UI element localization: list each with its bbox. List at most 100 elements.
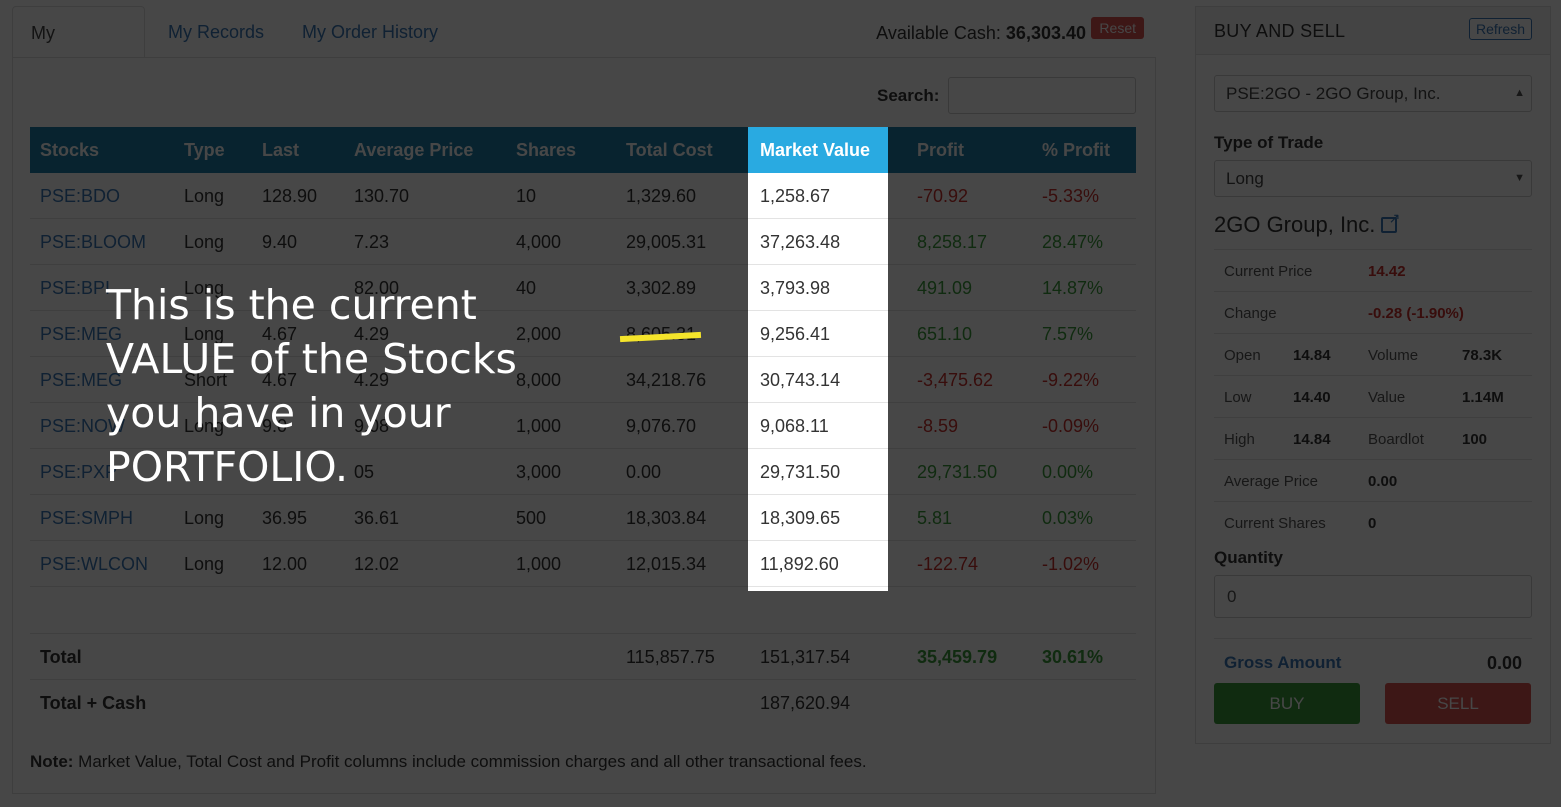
tutorial-callout: This is the current VALUE of the Stocks …: [106, 281, 517, 491]
high-label: High: [1224, 431, 1255, 448]
low-label: Low: [1224, 389, 1252, 406]
average-price-value: 0.00: [1368, 473, 1398, 490]
total-cost: 34,218.76: [626, 370, 707, 390]
gross-amount-label: Gross Amount: [1224, 653, 1342, 672]
tab-my-portfolio[interactable]: My Portfolio: [12, 6, 145, 95]
stock-symbol[interactable]: PSE:SMPH: [40, 495, 133, 541]
info-current-shares: Current Shares 0: [1214, 501, 1532, 543]
total-cost: 29,005.31: [626, 232, 707, 252]
info-current-price: Current Price 14.42: [1214, 249, 1532, 291]
quantity-label: Quantity: [1214, 548, 1283, 567]
search-label: Search:: [877, 86, 940, 105]
current-price-label: Current Price: [1224, 263, 1313, 280]
value-value: 1.14M: [1462, 389, 1504, 406]
open-value: 14.84: [1293, 347, 1331, 364]
chevron-down-icon: ▼: [1514, 172, 1525, 184]
col-stocks[interactable]: Stocks: [40, 127, 99, 173]
last-price: 36.95: [262, 508, 308, 528]
quantity-input[interactable]: 0: [1214, 575, 1532, 618]
col-average-price[interactable]: Average Price: [354, 127, 473, 173]
market-value-cell: 9,256.41: [748, 311, 888, 357]
info-average-price: Average Price 0.00: [1214, 459, 1532, 501]
market-value-cell: 30,743.14: [748, 357, 888, 403]
market-value-cell: 29,731.50: [748, 449, 888, 495]
col-last[interactable]: Last: [262, 127, 299, 173]
stock-select[interactable]: PSE:2GO - 2GO Group, Inc. ▲: [1214, 75, 1532, 112]
average-price: 7.23: [354, 232, 390, 252]
info-low-value: Low 14.40 Value 1.14M: [1214, 375, 1532, 417]
last-price: 128.90: [262, 186, 318, 206]
current-shares-value: 0: [1368, 515, 1377, 532]
total-label: Total: [40, 647, 82, 667]
total-row: Total 115,857.75 151,317.54 35,459.79 30…: [30, 633, 1136, 679]
table-row: PSE:BDO Long 128.90 130.70 10 1,329.60 -70.92 -…: [30, 173, 1136, 219]
search-input[interactable]: [948, 77, 1136, 114]
current-shares-label: Current Shares: [1224, 515, 1326, 532]
cash-label: Available Cash:: [876, 23, 1001, 43]
gross-amount-value: 0.00: [1486, 653, 1522, 673]
market-value-highlight: 1,258.67 37,263.48 3,793.98 9,256.41 30,743.…: [748, 173, 888, 591]
buy-sell-header: BUY AND SELL Refresh: [1196, 7, 1550, 55]
change-label: Change: [1224, 305, 1277, 322]
refresh-button[interactable]: Refresh: [1468, 18, 1532, 40]
info-open-volume: Open 14.84 Volume 78.3K: [1214, 333, 1532, 375]
total-cash-row: Total + Cash 187,620.94: [30, 679, 1136, 725]
table-row: PSE:SMPH Long 36.95 36.61 500 18,303.84 5.81 0.…: [30, 495, 1136, 541]
boardlot-label: Boardlot: [1368, 431, 1424, 448]
col-type[interactable]: Type: [184, 127, 225, 173]
external-link-icon[interactable]: [1381, 210, 1400, 233]
trade-type: Long: [184, 232, 225, 252]
col-market-value[interactable]: Market Value: [748, 127, 888, 173]
total-cost: 9,076.70: [626, 416, 697, 436]
available-cash: Available Cash: 36,303.40: [876, 23, 1086, 44]
total-profit: 35,459.79: [917, 647, 998, 667]
market-value-cell: 11,892.60: [748, 541, 888, 587]
average-price-label: Average Price: [1224, 473, 1318, 490]
pct-profit: -5.33%: [1042, 186, 1100, 206]
market-value-cell: 1,258.67: [748, 173, 888, 219]
change-value: -0.28 (-1.90%): [1368, 305, 1464, 322]
total-cost: 1,329.60: [626, 186, 697, 206]
average-price: 36.61: [354, 508, 400, 528]
note: Note: Market Value, Total Cost and Profi…: [30, 752, 867, 772]
pct-profit: 14.87%: [1042, 278, 1104, 298]
stock-symbol[interactable]: PSE:BLOOM: [40, 219, 146, 265]
stock-symbol[interactable]: PSE:BDO: [40, 173, 120, 219]
profit: -3,475.62: [917, 370, 994, 390]
tab-my-order-history[interactable]: My Order History: [284, 6, 456, 58]
profit: 651.10: [917, 324, 973, 344]
cash-value: 36,303.40: [1005, 23, 1086, 43]
col-profit[interactable]: Profit: [917, 127, 964, 173]
total-cost: 115,857.75: [626, 647, 715, 667]
pct-profit: -0.09%: [1042, 416, 1100, 436]
pct-profit: 0.00%: [1042, 462, 1094, 482]
reset-button[interactable]: Reset: [1091, 17, 1144, 39]
market-value-cell: 37,263.48: [748, 219, 888, 265]
buy-sell-panel: BUY AND SELL Refresh PSE:2GO - 2GO Group…: [1195, 6, 1551, 744]
trade-type-select[interactable]: Long ▼: [1214, 160, 1532, 197]
profit: 8,258.17: [917, 232, 988, 252]
col-total-cost[interactable]: Total Cost: [626, 127, 713, 173]
total-market-value: 151,317.54: [760, 647, 851, 667]
average-price: 130.70: [354, 186, 410, 206]
total-cost: 3,302.89: [626, 278, 697, 298]
tab-my-records[interactable]: My Records: [150, 6, 282, 58]
total-pct-profit: 30.61%: [1042, 647, 1104, 667]
col-shares[interactable]: Shares: [516, 127, 576, 173]
total-cash-label: Total + Cash: [40, 693, 147, 713]
buy-sell-title: BUY AND SELL: [1214, 21, 1346, 41]
sell-button[interactable]: SELL: [1385, 683, 1531, 724]
company-name-text: 2GO Group, Inc.: [1214, 212, 1376, 237]
table-header: Stocks Type Last Average Price Shares To…: [30, 127, 1136, 173]
trade-type: Long: [184, 554, 225, 574]
trade-type: Long: [184, 508, 225, 528]
pct-profit: -9.22%: [1042, 370, 1100, 390]
stock-symbol[interactable]: PSE:WLCON: [40, 541, 148, 587]
stock-symbol[interactable]: PSE:BPI: [40, 265, 110, 311]
buy-button[interactable]: BUY: [1214, 683, 1360, 724]
company-name: 2GO Group, Inc.: [1214, 210, 1400, 238]
total-cost: 12,015.34: [626, 554, 707, 574]
col-pct-profit[interactable]: % Profit: [1042, 127, 1110, 173]
high-value: 14.84: [1293, 431, 1331, 448]
stock-select-value: PSE:2GO - 2GO Group, Inc.: [1226, 84, 1441, 103]
